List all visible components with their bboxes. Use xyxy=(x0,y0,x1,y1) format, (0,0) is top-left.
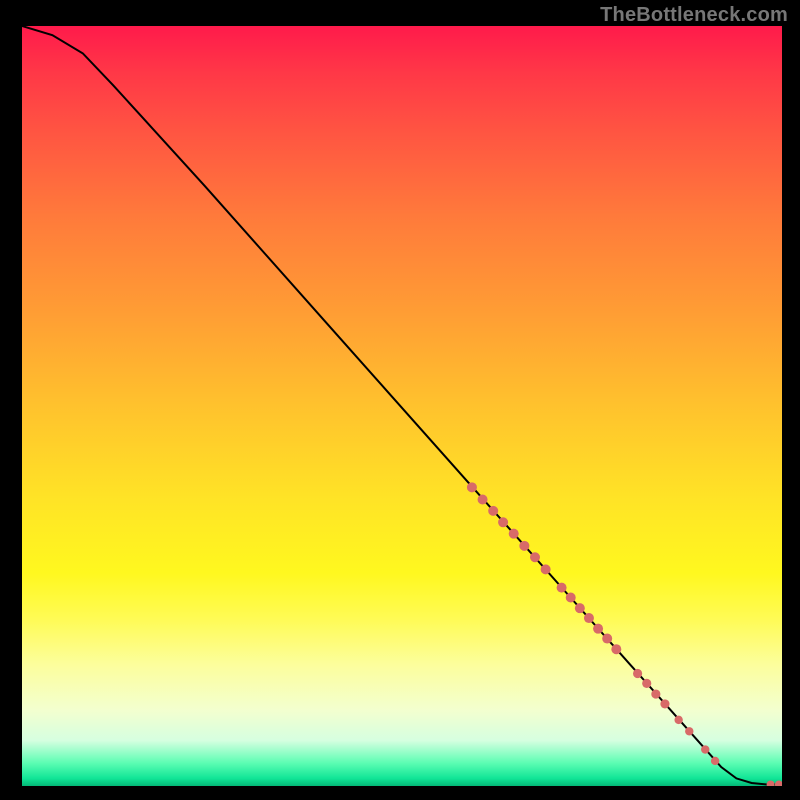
data-point xyxy=(633,669,642,678)
data-point xyxy=(557,583,567,593)
data-point xyxy=(701,745,709,753)
data-point xyxy=(711,757,719,765)
data-point xyxy=(498,517,508,527)
data-point xyxy=(767,780,775,786)
data-point xyxy=(611,644,621,654)
data-point xyxy=(467,482,477,492)
data-point xyxy=(509,529,519,539)
data-point xyxy=(584,613,594,623)
data-point xyxy=(651,689,660,698)
data-point xyxy=(519,541,529,551)
data-point xyxy=(566,593,576,603)
data-point xyxy=(674,716,682,724)
data-point xyxy=(660,699,669,708)
data-point xyxy=(488,506,498,516)
plot-area xyxy=(22,26,782,786)
chart-stage: TheBottleneck.com xyxy=(0,0,800,800)
data-point xyxy=(775,780,782,786)
data-point xyxy=(642,679,651,688)
bottleneck-curve xyxy=(22,26,782,784)
data-point xyxy=(602,634,612,644)
attribution-text: TheBottleneck.com xyxy=(600,4,788,27)
data-points-group xyxy=(467,482,782,786)
data-point xyxy=(575,603,585,613)
data-point xyxy=(593,624,603,634)
data-point xyxy=(530,552,540,562)
chart-overlay-svg xyxy=(22,26,782,786)
data-point xyxy=(541,564,551,574)
data-point xyxy=(685,727,693,735)
data-point xyxy=(478,494,488,504)
